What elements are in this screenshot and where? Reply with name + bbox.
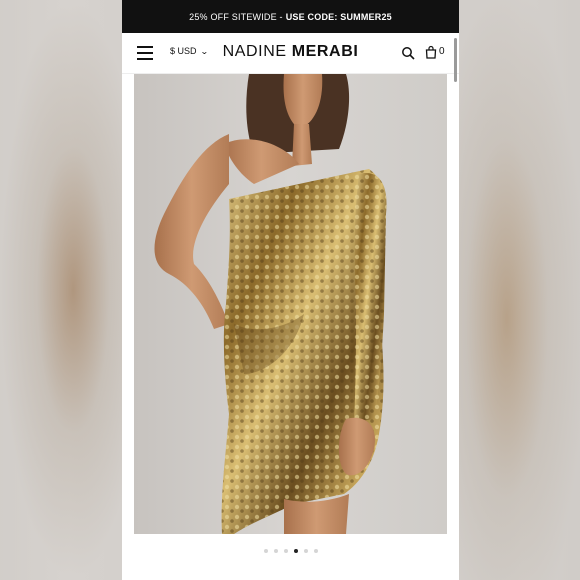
product-photo-illustration — [154, 74, 387, 534]
carousel-dot-active[interactable] — [293, 549, 298, 553]
carousel-dot[interactable] — [313, 549, 318, 553]
promo-code: USE CODE: SUMMER25 — [285, 11, 392, 22]
promo-banner[interactable]: 25% OFF SITEWIDE - USE CODE: SUMMER25 — [122, 0, 459, 33]
mobile-page: 25% OFF SITEWIDE - USE CODE: SUMMER25 $ … — [122, 0, 459, 580]
product-image[interactable] — [134, 74, 447, 534]
carousel-dot[interactable] — [273, 549, 278, 553]
logo-last-name: MERABI — [291, 43, 359, 60]
scrollbar[interactable] — [454, 38, 457, 82]
promo-text: 25% OFF SITEWIDE - — [189, 11, 283, 22]
logo-first-name: NADINE — [222, 43, 292, 60]
carousel-indicators[interactable] — [122, 549, 459, 553]
cart-count: 0 — [439, 46, 445, 57]
carousel-dot[interactable] — [263, 549, 268, 553]
carousel-dot[interactable] — [283, 549, 288, 553]
background-blur-left — [0, 0, 122, 580]
carousel-dot[interactable] — [303, 549, 308, 553]
site-header: $ USD ⌄ NADINE MERABI 0 — [122, 33, 459, 74]
search-icon[interactable] — [401, 46, 415, 60]
background-blur-right — [458, 0, 580, 580]
bag-icon[interactable] — [424, 45, 438, 59]
